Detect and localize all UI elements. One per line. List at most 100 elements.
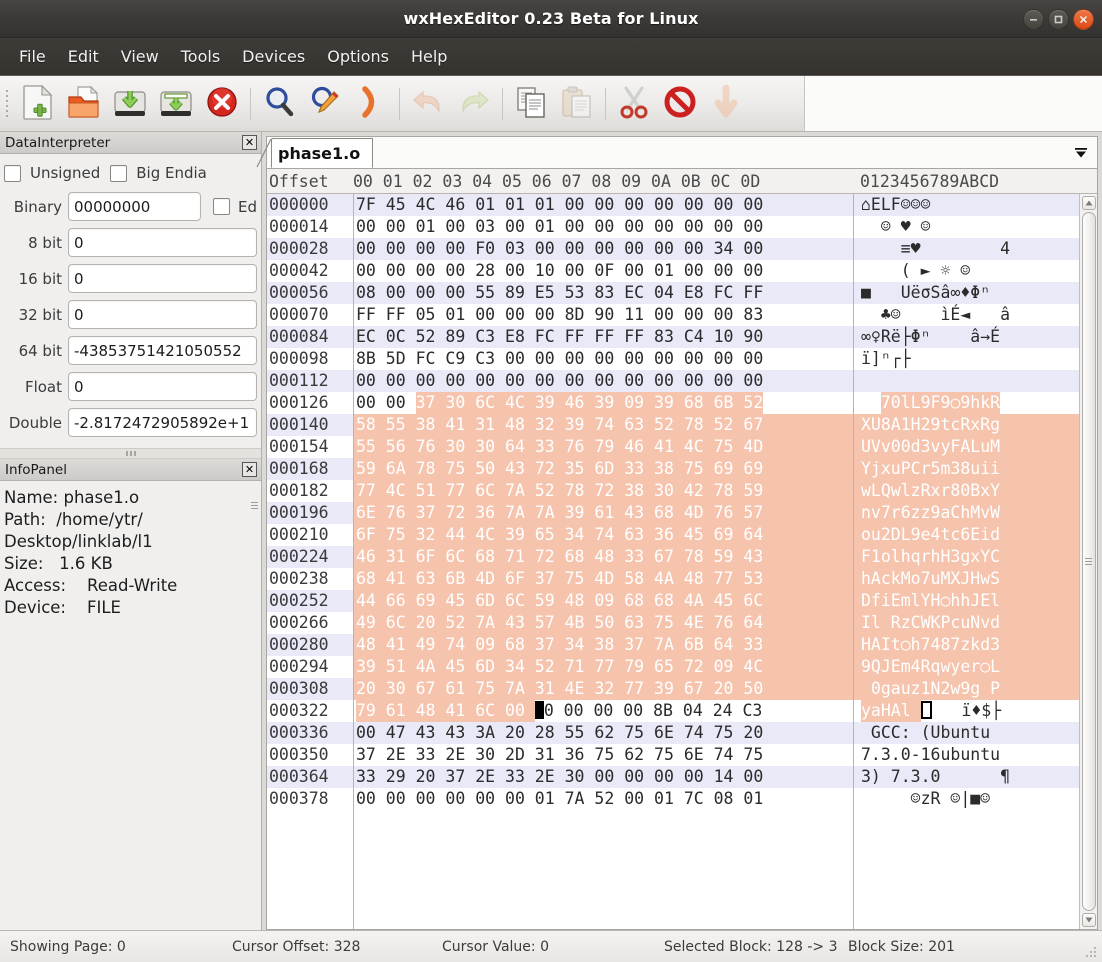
info-panel-scroll-grip[interactable] [250, 485, 259, 525]
hex-row-ascii[interactable]: XU8A1H29tcRxRg [854, 414, 1079, 436]
cut-button[interactable] [611, 80, 657, 128]
editable-checkbox[interactable] [213, 198, 230, 215]
hex-row-bytes[interactable]: 00 00 00 00 00 00 00 00 00 00 00 00 00 0… [354, 370, 853, 392]
scroll-down-arrow-icon[interactable] [1081, 913, 1096, 927]
hex-row-bytes[interactable]: 49 6C 20 52 7A 43 57 4B 50 63 75 4E 76 6… [354, 612, 853, 634]
hex-row-ascii[interactable]: HAIt○h7487zkd3 [854, 634, 1079, 656]
bit32-input[interactable]: 0 [68, 300, 257, 329]
hex-row-bytes[interactable]: 46 31 6F 6C 68 71 72 68 48 33 67 78 59 4… [354, 546, 853, 568]
hex-row-bytes[interactable]: 59 6A 78 75 50 43 72 35 6D 33 38 75 69 6… [354, 458, 853, 480]
hex-row-bytes[interactable]: FF FF 05 01 00 00 00 8D 90 11 00 00 00 8… [354, 304, 853, 326]
open-file-button[interactable] [61, 80, 107, 128]
hex-row-ascii[interactable]: 0gauz1N2w9g P [854, 678, 1079, 700]
hex-row-bytes[interactable]: 08 00 00 00 55 89 E5 53 83 EC 04 E8 FC F… [354, 282, 853, 304]
redo-button[interactable] [451, 80, 497, 128]
hex-row-ascii[interactable]: ☺ ♥ ☺ [854, 216, 1079, 238]
ascii-column[interactable]: ⌂ELF☺☺☺ ☺ ♥ ☺ ≡♥ 4 ( ► ☼ ☺ ■ UëσSâ∞♦Φⁿ ♣☺… [853, 194, 1079, 929]
find-button[interactable] [256, 80, 302, 128]
tab-phase1-o[interactable]: phase1.o [256, 138, 374, 168]
hex-row-ascii[interactable]: nv7r6zz9aChMvW [854, 502, 1079, 524]
hex-row-ascii[interactable]: ☺zR ☺|■☺ [854, 788, 1079, 810]
hex-row-ascii[interactable]: DfiEmlYH○hhJEl [854, 590, 1079, 612]
save-as-button[interactable] [153, 80, 199, 128]
goto-offset-button[interactable] [348, 80, 394, 128]
hex-row-ascii[interactable]: ■ UëσSâ∞♦Φⁿ [854, 282, 1079, 304]
bit64-input[interactable]: -43853751421050552 [68, 336, 257, 365]
hex-row-bytes[interactable]: 00 47 43 43 3A 20 28 55 62 75 6E 74 75 2… [354, 722, 853, 744]
hex-vertical-scrollbar[interactable] [1079, 194, 1097, 929]
hex-row-bytes[interactable]: 00 00 00 00 28 00 10 00 0F 00 01 00 00 0… [354, 260, 853, 282]
hex-row-bytes[interactable]: 77 4C 51 77 6C 7A 52 78 72 38 30 42 78 5… [354, 480, 853, 502]
hex-row-bytes[interactable]: 33 29 20 37 2E 33 2E 30 00 00 00 00 14 0… [354, 766, 853, 788]
hex-row-ascii[interactable]: GCC: (Ubuntu [854, 722, 1079, 744]
hex-row-bytes[interactable]: 00 00 00 00 00 00 01 7A 52 00 01 7C 08 0… [354, 788, 853, 810]
hex-row-ascii[interactable]: ( ► ☼ ☺ [854, 260, 1079, 282]
hex-bytes-column[interactable]: 7F 45 4C 46 01 01 01 00 00 00 00 00 00 0… [353, 194, 853, 929]
hex-row-ascii[interactable]: F1olhqrhH3gxYC [854, 546, 1079, 568]
undo-button[interactable] [405, 80, 451, 128]
insert-button[interactable] [703, 80, 749, 128]
hex-row-ascii[interactable]: 9QJEm4Rqwyer○L [854, 656, 1079, 678]
hex-row-bytes[interactable]: 6E 76 37 72 36 7A 7A 39 61 43 68 4D 76 5… [354, 502, 853, 524]
menu-edit[interactable]: Edit [57, 44, 110, 69]
menu-help[interactable]: Help [400, 44, 458, 69]
hex-row-bytes[interactable]: 68 41 63 6B 4D 6F 37 75 4D 58 4A 48 77 5… [354, 568, 853, 590]
hex-row-ascii[interactable]: 70lL9F9○9hkR [854, 392, 1079, 414]
new-file-button[interactable] [15, 80, 61, 128]
unsigned-checkbox[interactable] [4, 164, 21, 182]
close-file-button[interactable] [199, 80, 245, 128]
hex-row-ascii[interactable]: ou2DL9e4tc6Eid [854, 524, 1079, 546]
hex-row-bytes[interactable]: 48 41 49 74 09 68 37 34 38 37 7A 6B 64 3… [354, 634, 853, 656]
double-input[interactable]: -2.8172472905892e+1 [68, 408, 257, 437]
copy-button[interactable] [508, 80, 554, 128]
info-panel-close-icon[interactable]: ✕ [242, 462, 257, 477]
bit8-input[interactable]: 0 [68, 228, 257, 257]
bit16-input[interactable]: 0 [68, 264, 257, 293]
hex-row-bytes[interactable]: 37 2E 33 2E 30 2D 31 36 75 62 75 6E 74 7… [354, 744, 853, 766]
hex-row-ascii[interactable]: ⌂ELF☺☺☺ [854, 194, 1079, 216]
menu-view[interactable]: View [110, 44, 170, 69]
close-button[interactable] [1073, 9, 1094, 30]
float-input[interactable]: 0 [68, 372, 257, 401]
hex-row-bytes[interactable]: 8B 5D FC C9 C3 00 00 00 00 00 00 00 00 0… [354, 348, 853, 370]
hex-row-bytes[interactable]: 58 55 38 41 31 48 32 39 74 63 52 78 52 6… [354, 414, 853, 436]
hex-row-bytes[interactable]: 00 00 00 00 F0 03 00 00 00 00 00 00 34 0… [354, 238, 853, 260]
minimize-button[interactable] [1023, 9, 1044, 30]
scroll-up-arrow-icon[interactable] [1081, 196, 1096, 210]
data-interpreter-close-icon[interactable]: ✕ [242, 135, 257, 150]
hex-row-ascii[interactable]: ♣☺ ìÉ◄ â [854, 304, 1079, 326]
hex-row-ascii[interactable]: UVv00d3vyFALuM [854, 436, 1079, 458]
panel-splitter[interactable] [0, 448, 261, 459]
window-resize-grip[interactable] [1084, 945, 1098, 959]
delete-button[interactable] [657, 80, 703, 128]
hex-row-ascii[interactable]: ≡♥ 4 [854, 238, 1079, 260]
hex-row-bytes[interactable]: 55 56 76 30 30 64 33 76 79 46 41 4C 75 4… [354, 436, 853, 458]
scrollbar-thumb[interactable] [1081, 212, 1096, 911]
hex-row-ascii[interactable]: YjxuPCr5m38uii [854, 458, 1079, 480]
hex-row-ascii[interactable]: hAckMo7uMXJHwS [854, 568, 1079, 590]
hex-row-ascii[interactable] [854, 370, 1079, 392]
hex-row-bytes[interactable]: 20 30 67 61 75 7A 31 4E 32 77 39 67 20 5… [354, 678, 853, 700]
binary-input[interactable]: 00000000 [68, 192, 201, 221]
hex-row-bytes[interactable]: EC 0C 52 89 C3 E8 FC FF FF FF 83 C4 10 9… [354, 326, 853, 348]
hex-row-bytes[interactable]: 00 00 01 00 03 00 01 00 00 00 00 00 00 0… [354, 216, 853, 238]
hex-row-bytes[interactable]: 39 51 4A 45 6D 34 52 71 77 79 65 72 09 4… [354, 656, 853, 678]
hex-row-ascii[interactable]: ï]ⁿ┌├ [854, 348, 1079, 370]
maximize-button[interactable] [1048, 9, 1069, 30]
paste-button[interactable] [554, 80, 600, 128]
toolbar-grip[interactable] [2, 84, 12, 124]
save-file-button[interactable] [107, 80, 153, 128]
hex-row-ascii[interactable]: wLQwlzRxr80BxY [854, 480, 1079, 502]
big-endian-checkbox[interactable] [110, 164, 128, 182]
hex-row-bytes[interactable]: 00 00 37 30 6C 4C 39 46 39 09 39 68 6B 5… [354, 392, 853, 414]
hex-row-bytes[interactable]: 6F 75 32 44 4C 39 65 34 74 63 36 45 69 6… [354, 524, 853, 546]
hex-row-ascii[interactable]: Il RzCWKPcuNvd [854, 612, 1079, 634]
hex-row-ascii[interactable]: 7.3.0-16ubuntu [854, 744, 1079, 766]
tab-list-dropdown-icon[interactable] [1073, 145, 1089, 161]
hex-row-ascii[interactable]: 3) 7.3.0 ¶ [854, 766, 1079, 788]
hex-row-ascii[interactable]: yaHAl ï♦$├ [854, 700, 1079, 722]
hex-row-bytes[interactable]: 79 61 48 41 6C 00 0 00 00 00 8B 04 24 C3 [354, 700, 853, 722]
hex-row-ascii[interactable]: ∞♀Rë├Φⁿ â→É [854, 326, 1079, 348]
menu-tools[interactable]: Tools [170, 44, 231, 69]
hex-row-bytes[interactable]: 44 66 69 45 6D 6C 59 48 09 68 68 4A 45 6… [354, 590, 853, 612]
